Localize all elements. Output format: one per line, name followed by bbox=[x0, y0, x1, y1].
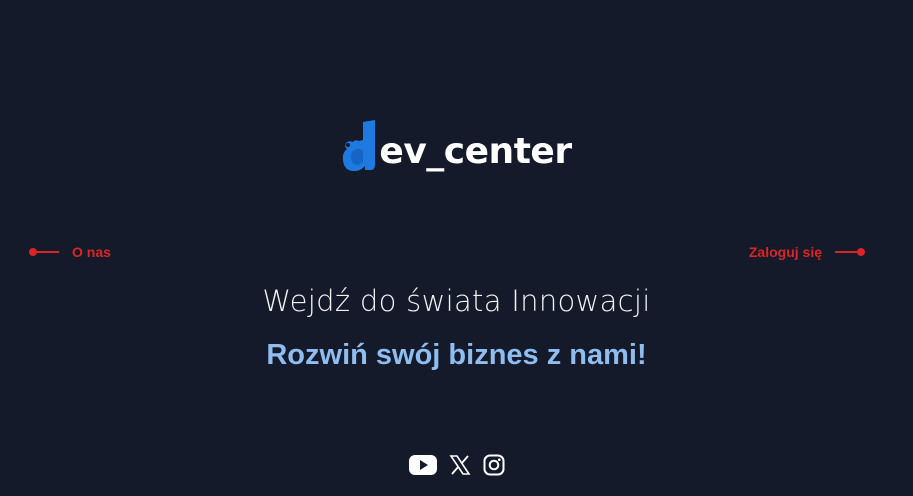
social-links bbox=[0, 454, 913, 476]
logo-text: ev_center bbox=[379, 131, 572, 172]
about-us-label: O nas bbox=[72, 244, 111, 260]
hero-subheadline: Rozwiń swój biznes z nami! bbox=[266, 339, 647, 371]
instagram-icon[interactable] bbox=[483, 454, 505, 476]
logo-mark-icon bbox=[343, 120, 376, 171]
logo[interactable]: ev_center bbox=[0, 120, 913, 172]
x-icon[interactable] bbox=[449, 454, 471, 476]
login-link[interactable]: Zaloguj się bbox=[749, 244, 865, 260]
about-us-link[interactable]: O nas bbox=[29, 244, 111, 260]
right-dash-decoration bbox=[835, 248, 865, 256]
hero-headline: Wejdź do świata Innowacji bbox=[262, 284, 651, 318]
left-dash-decoration bbox=[29, 248, 59, 256]
page: ev_center O nas Zaloguj się Wejdź do świ… bbox=[0, 0, 913, 496]
youtube-icon[interactable] bbox=[408, 454, 437, 476]
login-label: Zaloguj się bbox=[748, 244, 822, 260]
